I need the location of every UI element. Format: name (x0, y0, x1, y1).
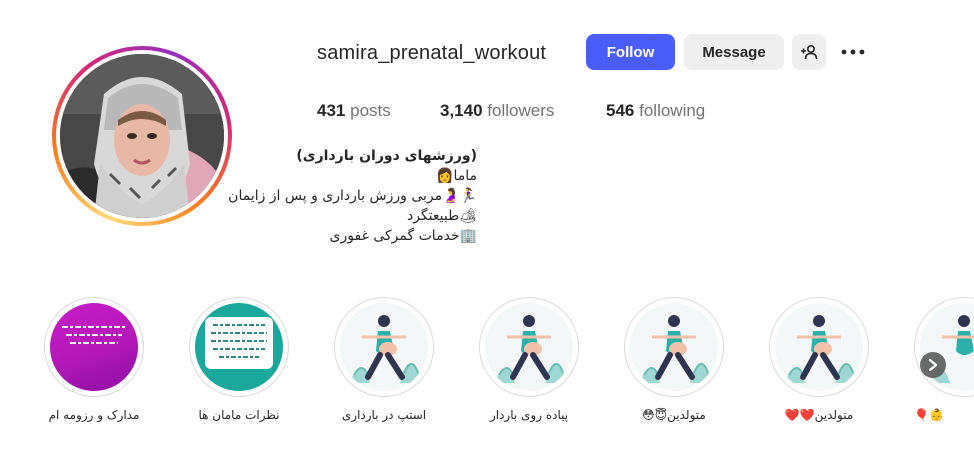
highlight-cover-image (195, 303, 283, 391)
highlight-ring (189, 297, 289, 397)
bio-line: 🏕طبیعتگرد (406, 208, 477, 224)
yoga-illustration (495, 315, 567, 383)
bio-line: ماما👩 (436, 168, 477, 184)
story-highlight[interactable]: استپ در بارداری (334, 297, 434, 423)
highlight-label: 🎈👶 (914, 408, 944, 422)
posts-stat: 431 posts (317, 101, 391, 121)
highlight-ring (769, 297, 869, 397)
message-button[interactable]: Message (684, 34, 784, 70)
cover-card (205, 317, 273, 369)
highlight-ring (334, 297, 434, 397)
highlight-cover-image (485, 303, 573, 391)
highlight-cover-image (50, 303, 138, 391)
highlight-ring (44, 297, 144, 397)
more-options-icon (841, 49, 865, 55)
highlight-label: استپ در بارداری (341, 408, 427, 422)
highlight-ring (624, 297, 724, 397)
yoga-illustration (785, 315, 857, 383)
story-highlight[interactable]: نظرات مامان ها (189, 297, 289, 423)
add-person-icon (801, 44, 818, 60)
yoga-illustration (930, 315, 974, 383)
highlight-label: متولدین❤️❤️ (784, 408, 854, 422)
yoga-illustration (640, 315, 712, 383)
followers-label: followers (487, 101, 555, 120)
story-highlight[interactable]: متولدین😇😳 (624, 297, 724, 423)
following-stat[interactable]: 546 following (606, 101, 705, 121)
profile-bio: (ورزشهای دوران بارداری) ماما👩 🏃‍♀️🤰مربی … (228, 146, 477, 246)
bio-line: 🏢خدمات گمرکی غفوری (329, 228, 477, 244)
posts-count: 431 (317, 101, 346, 120)
highlight-cover-image (630, 303, 718, 391)
following-count: 546 (606, 101, 635, 120)
bio-display-name: (ورزشهای دوران بارداری) (296, 148, 477, 164)
profile-username: samira_prenatal_workout (317, 42, 547, 64)
bio-line: 🏃‍♀️🤰مربی ورزش بارداری و پس از زایمان (228, 188, 477, 204)
cover-scribble (56, 321, 132, 356)
story-highlight[interactable]: پیاده روی باردار (479, 297, 579, 423)
story-highlight[interactable]: متولدین❤️❤️ (769, 297, 869, 423)
follow-button[interactable]: Follow (586, 34, 675, 70)
highlight-label: مدارک و رزومه ام (48, 408, 140, 422)
story-highlight[interactable]: مدارک و رزومه ام (44, 297, 144, 423)
profile-avatar-ring[interactable] (52, 46, 232, 226)
followers-count: 3,140 (440, 101, 483, 120)
highlight-cover-image (340, 303, 428, 391)
following-label: following (639, 101, 706, 120)
more-options-button[interactable] (836, 34, 870, 70)
highlight-ring (914, 297, 974, 397)
highlight-cover-image (775, 303, 863, 391)
profile-avatar (60, 54, 224, 218)
avatar-gap (56, 50, 228, 222)
suggested-accounts-button[interactable] (792, 34, 826, 70)
highlight-label: نظرات مامان ها (198, 408, 280, 422)
posts-label: posts (350, 101, 391, 120)
highlight-ring (479, 297, 579, 397)
yoga-illustration (350, 315, 422, 383)
highlights-scroll-right-button[interactable] (920, 352, 946, 378)
followers-stat[interactable]: 3,140 followers (440, 101, 554, 121)
highlight-label: پیاده روی باردار (489, 408, 569, 422)
highlight-label: متولدین😇😳 (642, 408, 706, 422)
chevron-right-icon (928, 359, 938, 371)
avatar-photo (60, 54, 224, 218)
highlight-cover-image (920, 303, 974, 391)
